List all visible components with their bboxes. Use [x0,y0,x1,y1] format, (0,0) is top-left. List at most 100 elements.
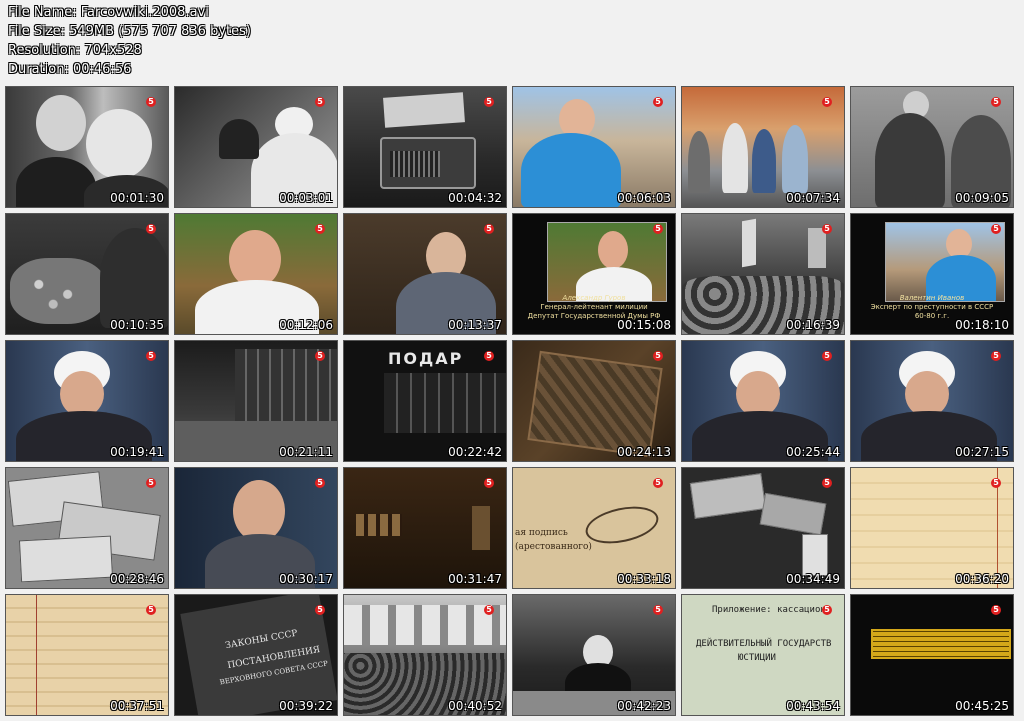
timestamp: 00:28:46 [110,572,164,586]
timestamp: 00:42:23 [617,699,671,713]
thumbnail[interactable]: ПОДАР 5 00:22:42 [343,340,507,462]
thumbnail[interactable]: 5 00:34:49 [681,467,845,589]
figure-shape [233,480,285,542]
timestamp: 00:37:51 [110,699,164,713]
timestamp: 00:25:44 [786,445,840,459]
window-shape [356,514,402,536]
thumbnail[interactable]: 5 00:19:41 [5,340,169,462]
hall-windows [344,605,506,645]
figure-shape [688,131,710,193]
building-shape [384,373,506,433]
banknote-shape [18,535,114,583]
figure-shape [100,228,168,328]
timestamp: 00:06:03 [617,191,671,205]
timestamp: 00:22:42 [448,445,502,459]
thumbnail[interactable]: 5 00:09:05 [850,86,1014,208]
thumbnail[interactable]: 5 00:40:52 [343,594,507,716]
figure-shape [875,113,945,207]
thumbnail[interactable]: Валентин Иванов Эксперт по преступности … [850,213,1014,335]
timestamp: 00:16:39 [786,318,840,332]
channel-5-logo: 5 [146,478,156,488]
coins-shape [10,258,106,324]
flag-shape [808,228,826,268]
thumbnail[interactable]: 5 00:03:01 [174,86,338,208]
banknote-shape [802,534,828,576]
file-size: File Size: 549MB (575 707 836 bytes) [8,24,251,39]
timestamp: 00:39:22 [279,699,333,713]
thumbnail[interactable]: 5 00:28:46 [5,467,169,589]
figure-shape [752,129,776,193]
inset-frame [547,222,667,302]
file-name: File Name: Farcovwiki.2008.avi [8,5,209,20]
timestamp: 00:12:06 [279,318,333,332]
caption-name: Александр Гуров [562,294,626,302]
channel-5-logo: 5 [991,351,1001,361]
channel-5-logo: 5 [653,224,663,234]
timestamp: 00:34:49 [786,572,840,586]
channel-5-logo: 5 [315,605,325,615]
timestamp: 00:13:37 [448,318,502,332]
timestamp: 00:43:54 [786,699,840,713]
thumbnail[interactable]: 5 00:06:03 [512,86,676,208]
timestamp: 00:21:11 [279,445,333,459]
thumbnail-grid: 5 00:01:30 5 00:03:01 5 00:04:32 5 00:06… [5,86,1014,716]
figure-shape [782,125,808,193]
thumbnail[interactable]: 5 00:45:25 [850,594,1014,716]
channel-5-logo: 5 [315,351,325,361]
thumbnail[interactable]: 5 00:12:06 [174,213,338,335]
timestamp: 00:45:25 [955,699,1009,713]
figure-shape [36,95,86,151]
timestamp: 00:30:17 [279,572,333,586]
figure-shape [86,109,152,179]
thumbnail[interactable]: 5 00:01:30 [5,86,169,208]
paper-shape [383,92,465,128]
thumbnail[interactable]: 5 00:36:20 [850,467,1014,589]
channel-5-logo: 5 [822,478,832,488]
thumbnail[interactable]: 5 00:42:23 [512,594,676,716]
thumbnail[interactable]: 5 00:30:17 [174,467,338,589]
channel-5-logo: 5 [822,97,832,107]
channel-5-logo: 5 [653,605,663,615]
timestamp: 00:18:10 [955,318,1009,332]
thumbnail[interactable]: 5 00:13:37 [343,213,507,335]
channel-5-logo: 5 [146,224,156,234]
channel-5-logo: 5 [146,97,156,107]
thumbnail[interactable]: 5 00:16:39 [681,213,845,335]
figure-shape [521,133,621,207]
banknote-shape [759,492,827,536]
channel-5-logo: 5 [822,224,832,234]
timestamp: 00:31:47 [448,572,502,586]
thumbnail[interactable]: 5 00:10:35 [5,213,169,335]
channel-5-logo: 5 [991,478,1001,488]
document-text: ЮСТИЦИИ [738,653,776,663]
thumbnail[interactable]: Александр Гуров Генерал-лейтенант милици… [512,213,676,335]
duration: Duration: 00:46:56 [8,62,132,77]
channel-5-logo: 5 [653,97,663,107]
flag-shape [742,218,756,268]
timestamp: 00:04:32 [448,191,502,205]
thumbnail[interactable]: 5 00:25:44 [681,340,845,462]
thumbnail[interactable]: 5 00:21:11 [174,340,338,462]
thumbnail[interactable]: ая подпись (арестованного) 5 00:33:18 [512,467,676,589]
timestamp: 00:01:30 [110,191,164,205]
thumbnail[interactable]: 5 00:27:15 [850,340,1014,462]
timestamp: 00:24:13 [617,445,671,459]
channel-5-logo: 5 [653,478,663,488]
thumbnail[interactable]: 5 00:07:34 [681,86,845,208]
document-text: (арестованного) [515,542,592,552]
thumbnail[interactable]: ЗАКОНЫ СССР ПОСТАНОВЛЕНИЯ ВЕРХОВНОГО СОВ… [174,594,338,716]
timestamp: 00:09:05 [955,191,1009,205]
channel-5-logo: 5 [484,97,494,107]
thumbnail[interactable]: Приложение: кассацион ДЕЙСТВИТЕЛЬНЫЙ ГОС… [681,594,845,716]
resolution: Resolution: 704x528 [8,43,142,58]
channel-5-logo: 5 [146,605,156,615]
document-text: ДЕЙСТВИТЕЛЬНЫЙ ГОСУДАРСТВ [696,639,832,649]
thumbnail[interactable]: 5 00:24:13 [512,340,676,462]
timestamp: 00:19:41 [110,445,164,459]
figure-shape [219,119,259,159]
thumbnail[interactable]: 5 00:31:47 [343,467,507,589]
thumbnail[interactable]: 5 00:37:51 [5,594,169,716]
channel-5-logo: 5 [484,605,494,615]
thumbnail[interactable]: 5 00:04:32 [343,86,507,208]
caption-name: Валентин Иванов [899,294,965,302]
